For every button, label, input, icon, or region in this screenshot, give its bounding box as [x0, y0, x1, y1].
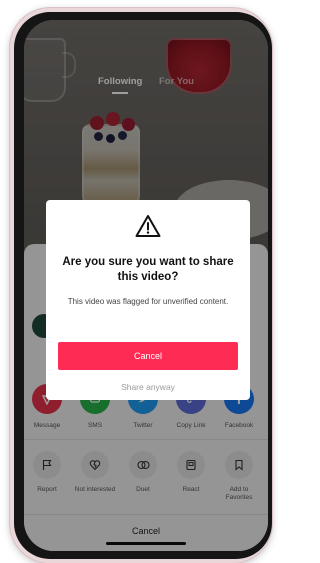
- dialog-message: This video was flagged for unverified co…: [67, 297, 229, 306]
- share-anyway-button[interactable]: Share anyway: [46, 382, 250, 392]
- cancel-button[interactable]: Cancel: [58, 342, 238, 370]
- dialog-title: Are you sure you want to share this vide…: [62, 256, 234, 283]
- phone-bezel: Following For You Message SMS Twitter Co…: [14, 12, 272, 559]
- phone-frame: Following For You Message SMS Twitter Co…: [10, 8, 272, 563]
- warning-triangle-icon: [135, 215, 161, 237]
- screen: Following For You Message SMS Twitter Co…: [24, 20, 268, 551]
- share-warning-dialog: Are you sure you want to share this vide…: [46, 200, 250, 400]
